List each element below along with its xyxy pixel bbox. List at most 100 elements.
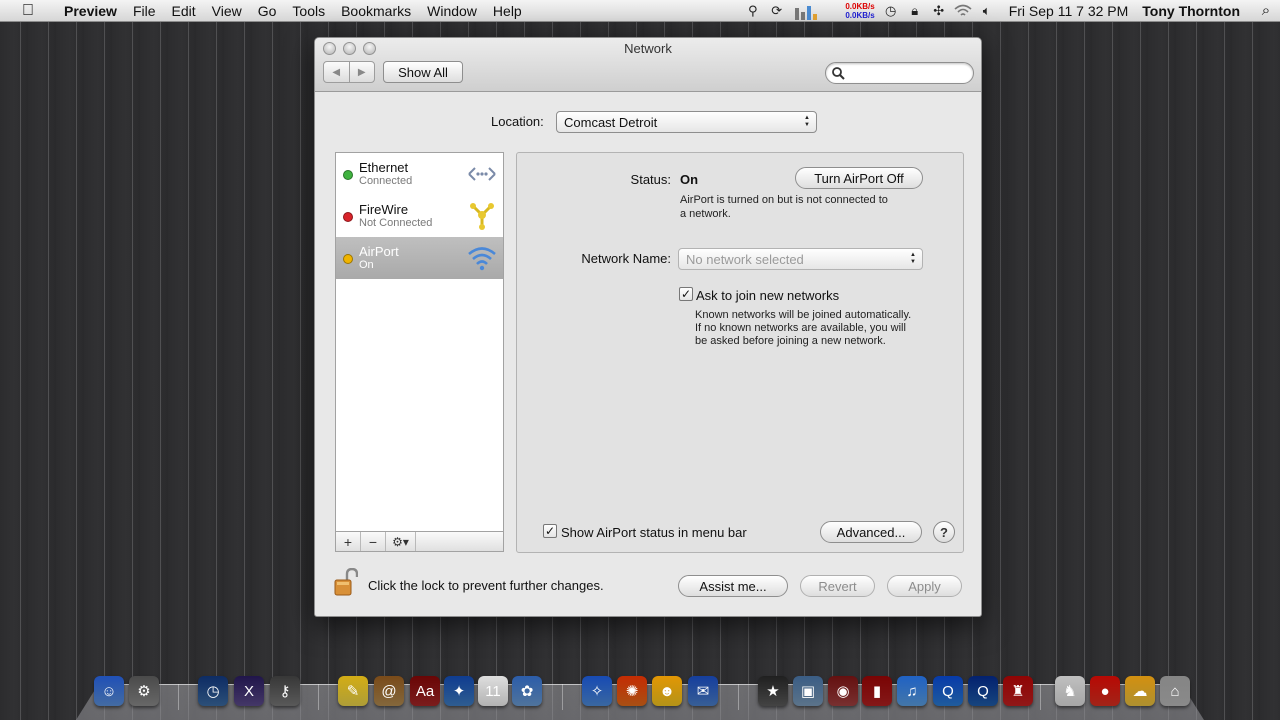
window-title: Network bbox=[624, 41, 672, 56]
menu-window[interactable]: Window bbox=[419, 0, 485, 22]
popup-arrows-icon: ▲ ▼ bbox=[910, 252, 916, 265]
show-airport-status-label[interactable]: Show AirPort status in menu bar bbox=[561, 525, 747, 540]
sync-icon[interactable]: ⟳ bbox=[765, 0, 789, 22]
turn-airport-off-button[interactable]: Turn AirPort Off bbox=[795, 167, 923, 189]
status-dot bbox=[343, 254, 353, 264]
menu-tools[interactable]: Tools bbox=[284, 0, 333, 22]
network-speed-meter[interactable]: 0.0KB/s 0.0KB/s bbox=[829, 1, 875, 20]
time-machine-icon[interactable]: ◷ bbox=[198, 676, 228, 706]
photo-icon[interactable]: ✿ bbox=[512, 676, 542, 706]
dictionary-icon[interactable]: Aa bbox=[410, 676, 440, 706]
help-button[interactable]: ? bbox=[933, 521, 955, 543]
user-menu[interactable]: Tony Thornton bbox=[1138, 3, 1252, 19]
ask-to-join-checkbox[interactable]: ✓ bbox=[679, 287, 693, 301]
location-popup[interactable]: Comcast Detroit ▲ ▼ bbox=[556, 111, 817, 133]
stickies-icon[interactable]: ✎ bbox=[338, 676, 368, 706]
itunes-icon[interactable]: ♫ bbox=[897, 676, 927, 706]
dock-separator bbox=[562, 684, 563, 710]
system-preferences-icon[interactable]: ⚙ bbox=[129, 676, 159, 706]
service-row-airport[interactable]: AirPort On bbox=[336, 237, 503, 279]
front-row-icon[interactable]: ▮ bbox=[862, 676, 892, 706]
forward-arrow-icon[interactable]: ▶ bbox=[348, 62, 375, 82]
gear-icon[interactable]: ⚙▾ bbox=[386, 532, 416, 551]
dock-separator bbox=[738, 684, 739, 710]
spotlight-search-icon[interactable]: ⌕ bbox=[1252, 2, 1280, 19]
airport-menu-icon[interactable] bbox=[951, 0, 975, 22]
status-value: On bbox=[680, 172, 699, 187]
dock-separator bbox=[318, 684, 319, 710]
keychain-icon[interactable]: ⚷ bbox=[270, 676, 300, 706]
ichat-icon[interactable]: ✉ bbox=[688, 676, 718, 706]
chair-icon[interactable]: ♜ bbox=[1003, 676, 1033, 706]
back-forward-control: ◀ ▶ bbox=[323, 61, 375, 83]
volume-icon[interactable]: 🔈︎ bbox=[975, 0, 999, 22]
wifi-icon bbox=[468, 247, 496, 271]
imovie-icon[interactable]: ★ bbox=[758, 676, 788, 706]
location-label: Location: bbox=[491, 114, 544, 129]
lock-menu-icon[interactable]: 🔒︎ bbox=[903, 0, 927, 22]
location-value: Comcast Detroit bbox=[564, 114, 658, 130]
status-description-line-2: a network. bbox=[680, 208, 731, 220]
network-name-popup[interactable]: No network selected ▲ ▼ bbox=[678, 248, 923, 270]
service-list-toolbar: + − ⚙▾ bbox=[335, 531, 504, 552]
status-dot bbox=[343, 170, 353, 180]
advanced-button[interactable]: Advanced... bbox=[820, 521, 922, 543]
messenger-icon[interactable]: ☻ bbox=[652, 676, 682, 706]
network-name-label: Network Name: bbox=[581, 251, 671, 266]
menu-view[interactable]: View bbox=[204, 0, 250, 22]
search-field[interactable] bbox=[825, 62, 974, 84]
network-service-list: Ethernet Connected FireWire Not Connecte… bbox=[335, 152, 504, 552]
cow-icon[interactable]: ♞ bbox=[1055, 676, 1085, 706]
safari-icon[interactable]: ✧ bbox=[582, 676, 612, 706]
remove-service-button[interactable]: − bbox=[361, 532, 386, 551]
back-arrow-icon[interactable]: ◀ bbox=[324, 62, 349, 82]
tomato-icon[interactable]: ● bbox=[1090, 676, 1120, 706]
menu-bookmarks[interactable]: Bookmarks bbox=[333, 0, 419, 22]
service-row-ethernet[interactable]: Ethernet Connected bbox=[336, 153, 503, 195]
mac-os-x-icon[interactable]: X bbox=[234, 676, 264, 706]
service-status: Connected bbox=[359, 175, 413, 187]
apple-menu-icon[interactable]:  bbox=[0, 2, 56, 20]
service-row-firewire[interactable]: FireWire Not Connected bbox=[336, 195, 503, 237]
revert-button[interactable]: Revert bbox=[800, 575, 875, 597]
trash-icon[interactable]: ⌂ bbox=[1160, 676, 1190, 706]
dock: ☺ ⚙ ◷ X ⚷ ✎ @ Aa ✦ 11 ✿ ✧ ✺ ☻ ✉ ★ ▣ ◉ ▮ ♫ Q Q ♜ ♞ ● ☁ ⌂ bbox=[0, 674, 1280, 714]
ask-to-join-label[interactable]: Ask to join new networks bbox=[696, 288, 839, 303]
menu-go[interactable]: Go bbox=[250, 0, 285, 22]
menu-edit[interactable]: Edit bbox=[164, 0, 204, 22]
apply-button[interactable]: Apply bbox=[887, 575, 962, 597]
address-book-icon[interactable]: @ bbox=[374, 676, 404, 706]
firefox-icon[interactable]: ✺ bbox=[617, 676, 647, 706]
show-airport-status-checkbox[interactable]: ✓ bbox=[543, 524, 557, 538]
weather-icon[interactable]: ☁ bbox=[1125, 676, 1155, 706]
qt-player-icon[interactable]: Q bbox=[968, 676, 998, 706]
status-description-line-1: AirPort is turned on but is not connecte… bbox=[680, 194, 888, 206]
menu-file[interactable]: File bbox=[125, 0, 164, 22]
ethernet-icon bbox=[468, 167, 496, 181]
bluetooth-icon[interactable]: ✣ bbox=[927, 0, 951, 22]
app-menu[interactable]: Preview bbox=[56, 0, 125, 22]
add-service-button[interactable]: + bbox=[336, 532, 361, 551]
network-preferences-window: Network ◀ ▶ Show All Location: Comcast D… bbox=[314, 37, 982, 617]
search-input[interactable] bbox=[849, 66, 969, 80]
photo-booth-icon[interactable]: ◉ bbox=[828, 676, 858, 706]
finder-icon[interactable]: ☺ bbox=[94, 676, 124, 706]
service-status: Not Connected bbox=[359, 217, 433, 229]
dock-separator bbox=[1040, 684, 1041, 710]
menubar-clock[interactable]: Fri Sep 11 7 32 PM bbox=[999, 3, 1139, 19]
assist-me-button[interactable]: Assist me... bbox=[678, 575, 788, 597]
show-all-button[interactable]: Show All bbox=[383, 61, 463, 83]
time-machine-menu-icon[interactable]: ◷ bbox=[879, 0, 903, 22]
upload-speed: 0.0KB/s bbox=[845, 1, 875, 11]
quicktime-icon[interactable]: Q bbox=[933, 676, 963, 706]
status-dot bbox=[343, 212, 353, 222]
menu-bar:  Preview File Edit View Go Tools Bookma… bbox=[0, 0, 1280, 22]
iphoto-icon[interactable]: ▣ bbox=[793, 676, 823, 706]
broom-icon[interactable]: ⚲ bbox=[741, 0, 765, 22]
menu-help[interactable]: Help bbox=[485, 0, 530, 22]
magnifier-icon bbox=[832, 66, 845, 80]
lock-icon[interactable] bbox=[334, 568, 358, 596]
ical-icon[interactable]: 11 bbox=[478, 676, 508, 706]
system-meters-icon[interactable] bbox=[794, 2, 823, 20]
preview-icon[interactable]: ✦ bbox=[444, 676, 474, 706]
